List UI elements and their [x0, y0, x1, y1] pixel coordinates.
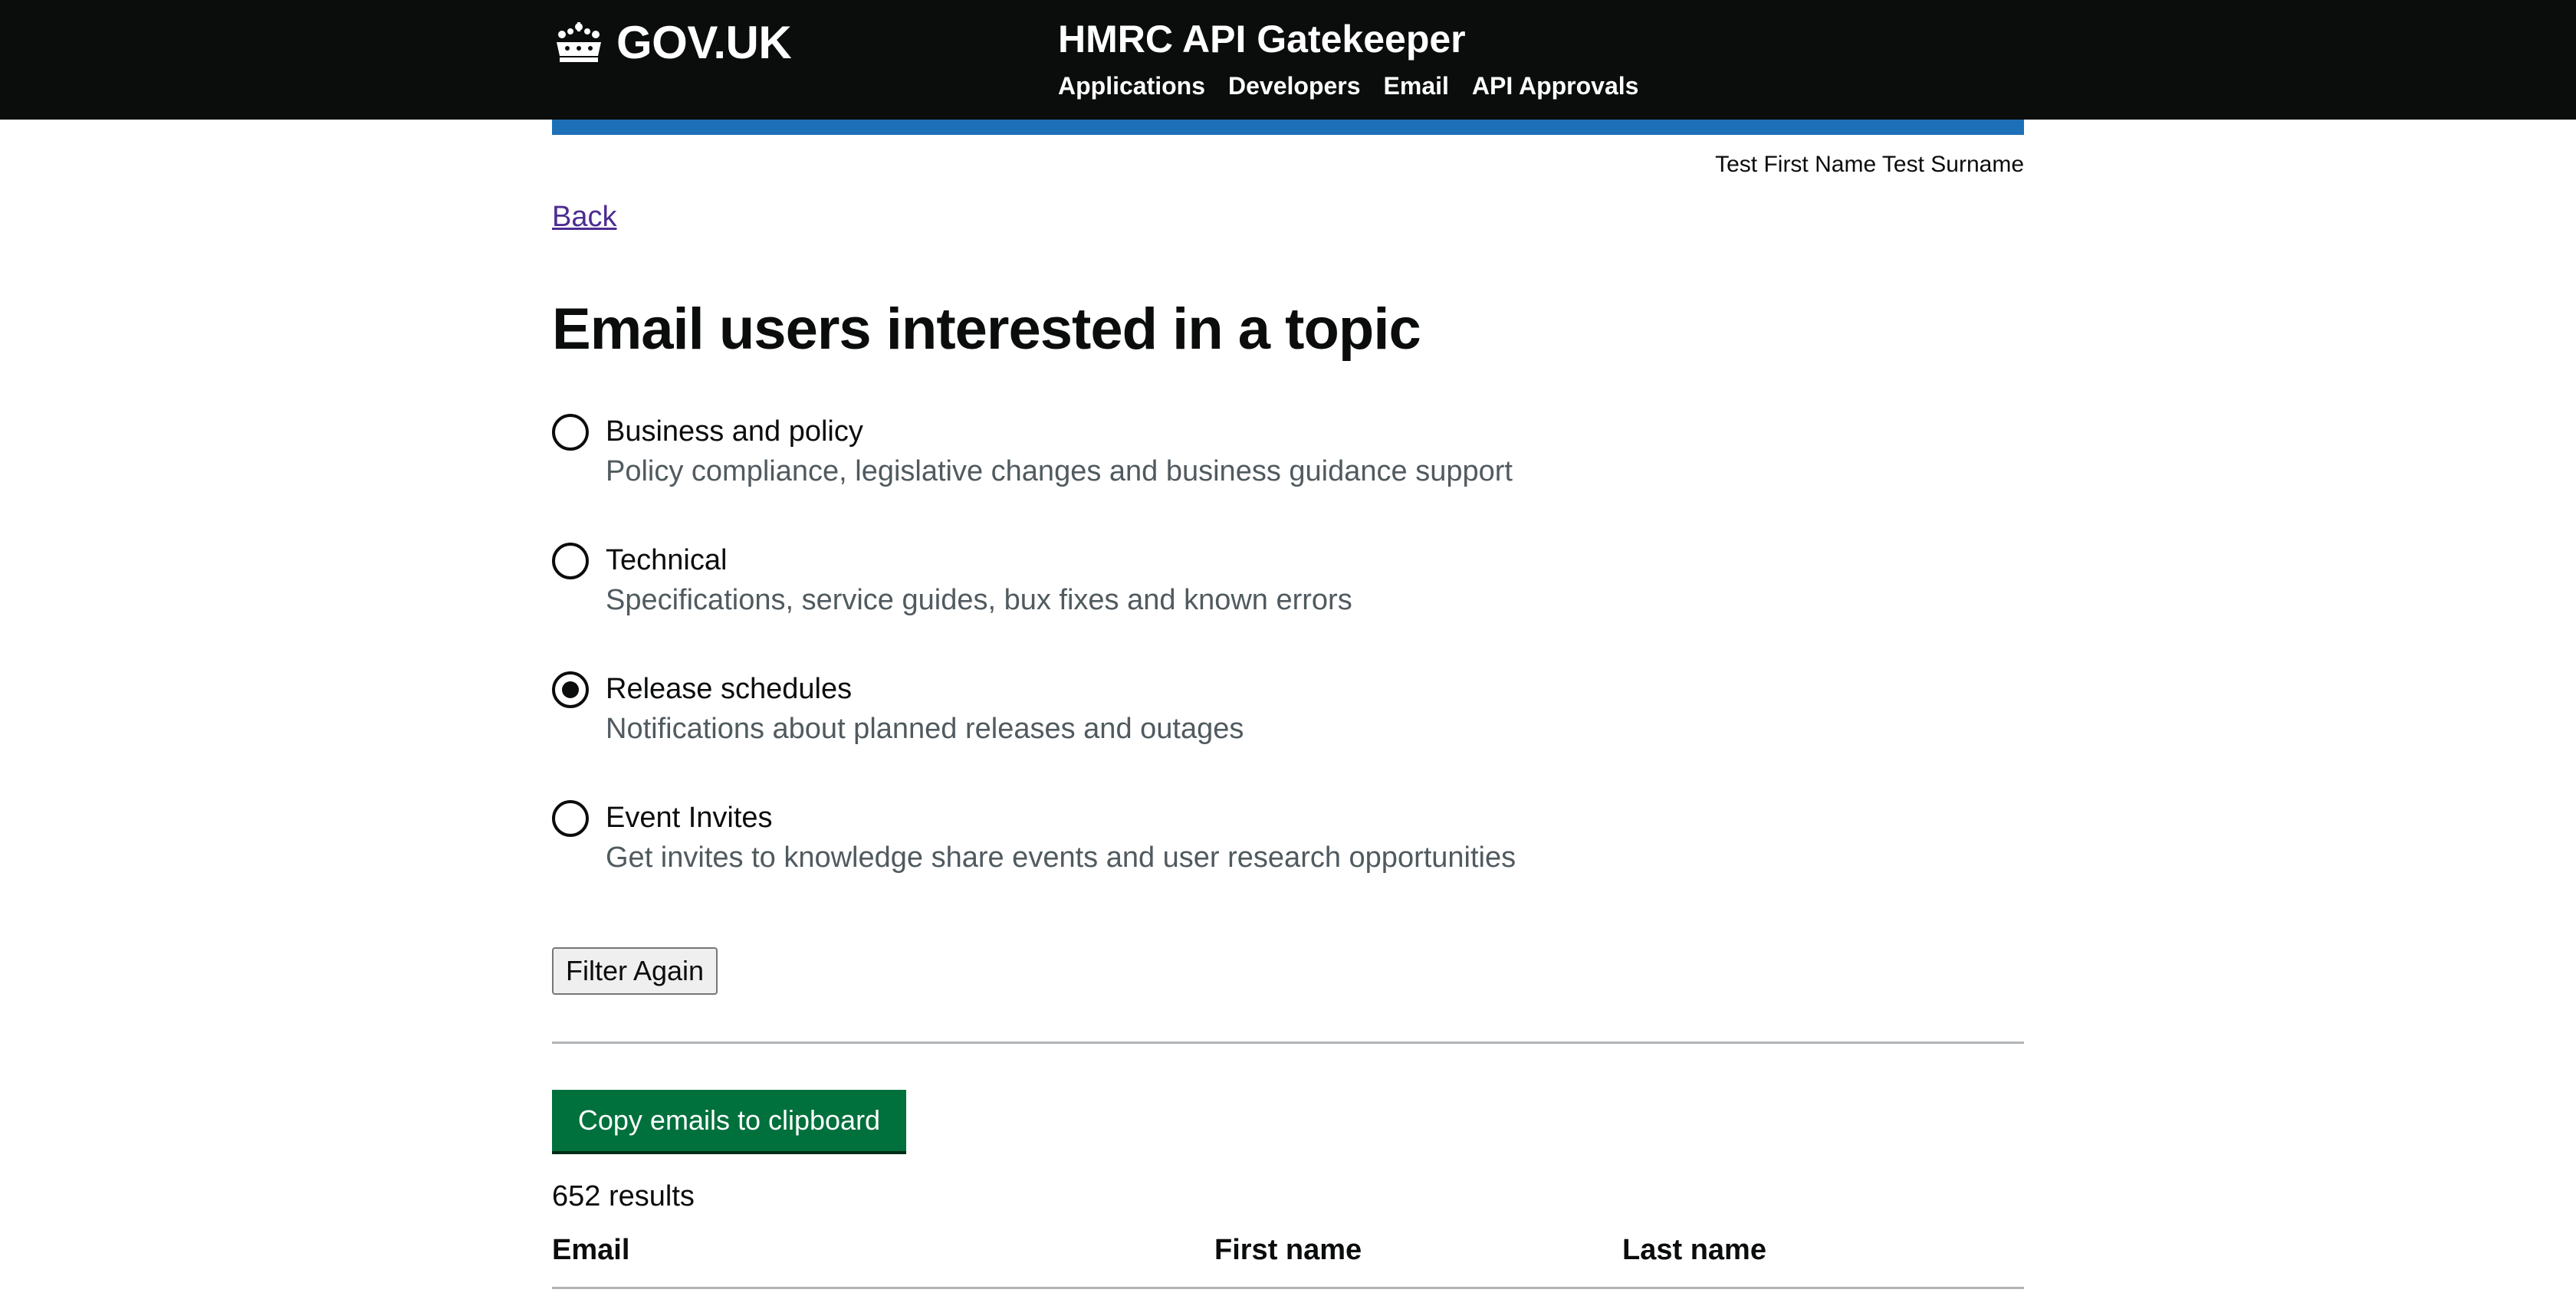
nav-item-applications[interactable]: Applications [1058, 72, 1205, 100]
service-name[interactable]: HMRC API Gatekeeper [1058, 17, 1466, 61]
radio-hint: Specifications, service guides, bux fixe… [606, 584, 1352, 616]
results-count: 652 results [552, 1180, 695, 1212]
radio-label[interactable]: Technical [606, 544, 727, 577]
column-header-first-name: First name [1214, 1234, 1362, 1266]
govuk-logo[interactable]: GOV.UK [552, 15, 792, 69]
logged-in-user: Test First Name Test Surname [1715, 152, 2024, 177]
nav-item-api-approvals[interactable]: API Approvals [1472, 72, 1639, 100]
radio-hint: Notifications about planned releases and… [606, 713, 1244, 745]
filter-again-button[interactable]: Filter Again [552, 947, 718, 995]
column-header-email: Email [552, 1234, 630, 1266]
main-nav: Applications Developers Email API Approv… [1058, 72, 1638, 100]
back-link[interactable]: Back [552, 201, 616, 234]
crown-icon [557, 22, 601, 62]
site-header: GOV.UK HMRC API Gatekeeper Applications … [0, 0, 2576, 120]
radio-label[interactable]: Release schedules [606, 673, 852, 706]
topic-option-event-invites[interactable]: Event Invites Get invites to knowledge s… [552, 799, 1625, 927]
nav-item-developers[interactable]: Developers [1228, 72, 1361, 100]
radio-button[interactable] [552, 543, 589, 579]
page-title: Email users interested in a topic [552, 297, 1421, 362]
nav-item-email[interactable]: Email [1384, 72, 1449, 100]
header-accent-bar [552, 120, 2024, 135]
radio-button[interactable] [552, 414, 589, 451]
topic-radio-group: Business and policy Policy compliance, l… [552, 412, 1625, 927]
column-header-last-name: Last name [1622, 1234, 1766, 1266]
copy-emails-button[interactable]: Copy emails to clipboard [552, 1090, 906, 1151]
results-table-header: Email First name Last name [552, 1234, 2024, 1289]
logo-text: GOV.UK [616, 16, 792, 68]
radio-label[interactable]: Event Invites [606, 802, 773, 835]
radio-label[interactable]: Business and policy [606, 415, 863, 448]
topic-option-technical[interactable]: Technical Specifications, service guides… [552, 541, 1625, 670]
radio-hint: Get invites to knowledge share events an… [606, 842, 1516, 874]
radio-button[interactable] [552, 800, 589, 837]
radio-hint: Policy compliance, legislative changes a… [606, 455, 1513, 487]
topic-option-release-schedules[interactable]: Release schedules Notifications about pl… [552, 670, 1625, 799]
section-divider [552, 1042, 2024, 1044]
radio-button-selected[interactable] [552, 671, 589, 708]
topic-option-business-policy[interactable]: Business and policy Policy compliance, l… [552, 412, 1625, 541]
